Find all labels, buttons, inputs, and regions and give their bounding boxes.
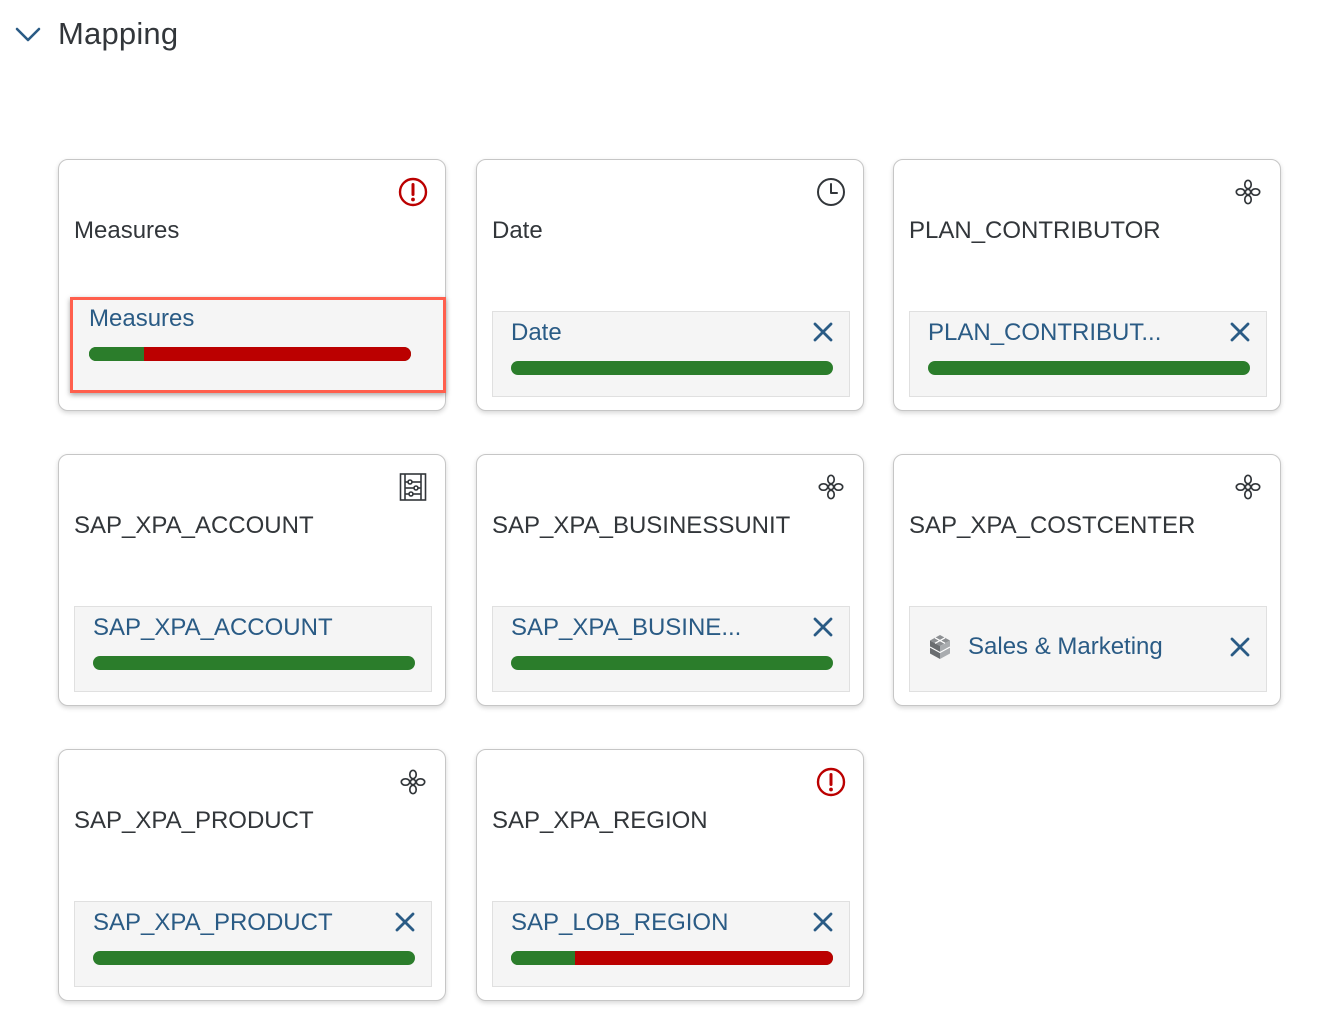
mapping-tile-sap-xpa-businessunit[interactable]: SAP_XPA_BUSINE...	[492, 606, 850, 692]
close-icon	[1230, 637, 1250, 657]
chevron-down-icon[interactable]	[12, 18, 44, 50]
card-sap-xpa-costcenter[interactable]: SAP_XPA_COSTCENTER Sales & Marketing	[893, 454, 1281, 706]
coverage-bar	[511, 951, 833, 965]
remove-mapping-button[interactable]	[1226, 633, 1254, 661]
card-measures[interactable]: Measures Measures	[58, 159, 446, 411]
card-sap-xpa-product[interactable]: SAP_XPA_PRODUCT SAP_XPA_PRODUCT	[58, 749, 446, 1001]
mapping-label[interactable]: Date	[511, 319, 562, 347]
close-icon	[813, 912, 833, 932]
coverage-bar	[93, 656, 415, 670]
mapping-tile-date[interactable]: Date	[492, 311, 850, 397]
mapping-label[interactable]: Measures	[89, 305, 194, 333]
clock-icon	[815, 176, 847, 208]
hierarchy-icon	[397, 766, 429, 798]
cube-icon	[929, 635, 951, 659]
member-mapping[interactable]: Sales & Marketing	[926, 633, 1163, 661]
card-title: SAP_XPA_COSTCENTER	[909, 512, 1196, 539]
card-plan-contributor[interactable]: PLAN_CONTRIBUTOR PLAN_CONTRIBUT...	[893, 159, 1281, 411]
card-sap-xpa-businessunit[interactable]: SAP_XPA_BUSINESSUNIT SAP_XPA_BUSINE...	[476, 454, 864, 706]
coverage-ok-segment	[89, 347, 144, 361]
mapping-label[interactable]: SAP_XPA_BUSINE...	[511, 614, 741, 642]
error-icon	[815, 766, 847, 798]
card-title: SAP_XPA_ACCOUNT	[74, 512, 314, 539]
mapping-tile-sap-xpa-product[interactable]: SAP_XPA_PRODUCT	[74, 901, 432, 987]
remove-mapping-button[interactable]	[809, 318, 837, 346]
mapping-tile-sap-xpa-costcenter[interactable]: Sales & Marketing	[909, 606, 1267, 692]
card-title: Date	[492, 217, 543, 244]
close-icon	[813, 617, 833, 637]
hierarchy-icon	[1232, 176, 1264, 208]
card-title: Measures	[74, 217, 180, 244]
mapping-label[interactable]: SAP_LOB_REGION	[511, 909, 728, 937]
card-date[interactable]: Date Date	[476, 159, 864, 411]
close-icon	[813, 322, 833, 342]
card-sap-xpa-account[interactable]: SAP_XPA_ACCOUNT SAP_XPA_ACCOUNT	[58, 454, 446, 706]
card-title: PLAN_CONTRIBUTOR	[909, 217, 1161, 244]
remove-mapping-button[interactable]	[391, 908, 419, 936]
mapping-label[interactable]: PLAN_CONTRIBUT...	[928, 319, 1161, 347]
section-header[interactable]: Mapping	[12, 12, 178, 56]
card-title: SAP_XPA_REGION	[492, 807, 708, 834]
coverage-ok-segment	[93, 951, 415, 965]
mapping-label[interactable]: SAP_XPA_PRODUCT	[93, 909, 333, 937]
mapping-tile-plan-contributor[interactable]: PLAN_CONTRIBUT...	[909, 311, 1267, 397]
close-icon	[1230, 322, 1250, 342]
account-icon	[397, 471, 429, 503]
mapping-tile-sap-xpa-region[interactable]: SAP_LOB_REGION	[492, 901, 850, 987]
remove-mapping-button[interactable]	[1226, 318, 1254, 346]
mapping-tile-sap-xpa-account[interactable]: SAP_XPA_ACCOUNT	[74, 606, 432, 692]
coverage-error-segment	[143, 347, 411, 361]
coverage-error-segment	[575, 951, 833, 965]
coverage-ok-segment	[93, 656, 415, 670]
coverage-ok-segment	[511, 656, 833, 670]
coverage-bar	[928, 361, 1250, 375]
coverage-bar	[511, 656, 833, 670]
mapping-label: Sales & Marketing	[968, 633, 1163, 660]
error-icon	[397, 176, 429, 208]
section-title: Mapping	[58, 16, 179, 51]
coverage-ok-segment	[511, 361, 833, 375]
coverage-bar	[511, 361, 833, 375]
close-icon	[395, 912, 415, 932]
card-sap-xpa-region[interactable]: SAP_XPA_REGION SAP_LOB_REGION	[476, 749, 864, 1001]
hierarchy-icon	[815, 471, 847, 503]
coverage-bar	[89, 347, 411, 361]
card-title: SAP_XPA_BUSINESSUNIT	[492, 512, 791, 539]
mapping-tile-measures[interactable]: Measures	[70, 297, 446, 393]
hierarchy-icon	[1232, 471, 1264, 503]
remove-mapping-button[interactable]	[809, 908, 837, 936]
coverage-ok-segment	[928, 361, 1250, 375]
card-title: SAP_XPA_PRODUCT	[74, 807, 314, 834]
remove-mapping-button[interactable]	[809, 613, 837, 641]
coverage-ok-segment	[511, 951, 576, 965]
coverage-bar	[93, 951, 415, 965]
mapping-label[interactable]: SAP_XPA_ACCOUNT	[93, 614, 333, 642]
